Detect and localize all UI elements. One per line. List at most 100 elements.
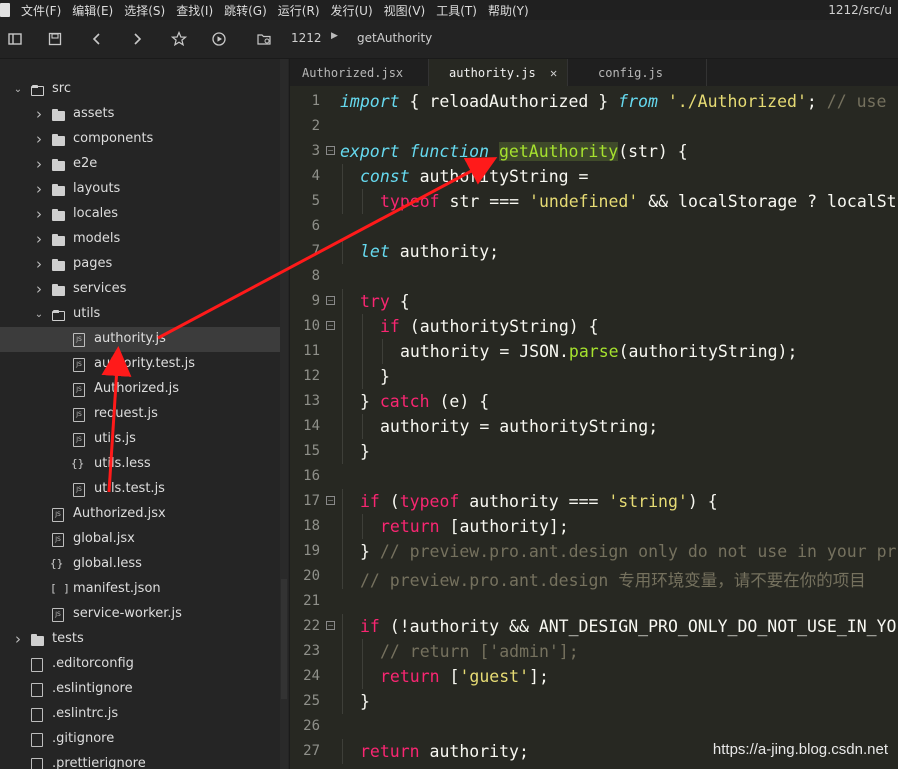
- menu-item[interactable]: 查找(I): [176, 2, 213, 19]
- tree-item-models[interactable]: › models: [0, 227, 289, 252]
- tree-item-e2e[interactable]: › e2e: [0, 152, 289, 177]
- tree-item-src[interactable]: ⌄ src: [0, 77, 289, 102]
- code-token: (: [379, 492, 400, 511]
- tab-authority-js[interactable]: authority.js ✕: [429, 59, 567, 86]
- tree-item-global-less[interactable]: {} global.less: [0, 552, 289, 577]
- breadcrumb-symbol[interactable]: getAuthority: [357, 31, 432, 45]
- menu-item[interactable]: 运行(R): [278, 2, 320, 19]
- menu-item[interactable]: 跳转(G): [224, 2, 267, 19]
- chevron-right-icon[interactable]: ›: [34, 255, 44, 273]
- tree-item-locales[interactable]: › locales: [0, 202, 289, 227]
- project-name[interactable]: 1212: [291, 31, 322, 45]
- code-line: 6: [290, 214, 898, 239]
- chevron-right-icon[interactable]: ›: [34, 155, 44, 173]
- indent-guide: [342, 414, 343, 439]
- tree-item-pages[interactable]: › pages: [0, 252, 289, 277]
- tree-item-eslintignore[interactable]: .eslintignore: [0, 677, 289, 702]
- tree-item-eslintrc-js[interactable]: .eslintrc.js: [0, 702, 289, 727]
- line-number: 1: [311, 93, 320, 109]
- menu-item[interactable]: 发行(U): [331, 2, 373, 19]
- chevron-right-icon[interactable]: ›: [34, 130, 44, 148]
- menu-item[interactable]: 选择(S): [124, 2, 165, 19]
- tree-item-authorized-js[interactable]: JS Authorized.js: [0, 377, 289, 402]
- tree-item-authority-test-js[interactable]: JS authority.test.js: [0, 352, 289, 377]
- fold-toggle-icon[interactable]: −: [326, 496, 335, 505]
- menu-item[interactable]: 文件(F): [21, 2, 61, 19]
- tree-item-prettierignore[interactable]: .prettierignore: [0, 752, 289, 769]
- sidebar-scroll-thumb[interactable]: [281, 579, 287, 699]
- code-token: if: [380, 317, 400, 336]
- code-editor[interactable]: 1 import { reloadAuthorized } from './Aut…: [290, 86, 898, 769]
- tree-item-service-worker-js[interactable]: JS service-worker.js: [0, 602, 289, 627]
- code-token: // return ['admin'];: [380, 642, 579, 661]
- code-line: 16: [290, 464, 898, 489]
- code-line: 22− if (!authority && ANT_DESIGN_PRO_ONLY…: [290, 614, 898, 639]
- chevron-right-icon[interactable]: ›: [34, 205, 44, 223]
- code-token: authority;: [419, 742, 529, 761]
- app-logo-icon: [0, 3, 10, 17]
- fold-toggle-icon[interactable]: −: [326, 146, 335, 155]
- save-icon[interactable]: [46, 30, 64, 48]
- code-line: 4 const authorityString =: [290, 164, 898, 189]
- line-number: 10: [303, 318, 320, 334]
- fold-toggle-icon[interactable]: −: [326, 621, 335, 630]
- tree-item-services[interactable]: › services: [0, 277, 289, 302]
- code-token: // preview.pro.ant.design 专用环境变量，请不要在你的项…: [360, 571, 866, 590]
- code-token: authority = JSON.: [400, 342, 569, 361]
- chevron-right-icon[interactable]: ›: [34, 105, 44, 123]
- tree-item-tests[interactable]: › tests: [0, 627, 289, 652]
- line-number: 13: [303, 393, 320, 409]
- tree-item-manifest-json[interactable]: [ ] manifest.json: [0, 577, 289, 602]
- tree-item-utils[interactable]: ⌄ utils: [0, 302, 289, 327]
- run-icon[interactable]: [210, 30, 228, 48]
- js-file-icon: JS: [73, 408, 85, 422]
- tree-item-layouts[interactable]: › layouts: [0, 177, 289, 202]
- code-line: 10− if (authorityString) {: [290, 314, 898, 339]
- code-text: // preview.pro.ant.design 专用环境变量，请不要在你的项…: [360, 567, 866, 591]
- tree-item-label: layouts: [73, 181, 121, 196]
- chevron-right-icon[interactable]: ›: [34, 280, 44, 298]
- chevron-right-icon[interactable]: ›: [34, 180, 44, 198]
- tree-item-authorized-jsx[interactable]: JS Authorized.jsx: [0, 502, 289, 527]
- chevron-down-icon[interactable]: ⌄: [13, 84, 23, 95]
- tree-item-assets[interactable]: › assets: [0, 102, 289, 127]
- code-line: 18 return [authority];: [290, 514, 898, 539]
- code-token: authority = authorityString;: [380, 417, 659, 436]
- fold-toggle-icon[interactable]: −: [326, 321, 335, 330]
- sidebar-toggle-icon[interactable]: [6, 30, 24, 48]
- tree-item-global-jsx[interactable]: JS global.jsx: [0, 527, 289, 552]
- back-icon[interactable]: [88, 30, 106, 48]
- tree-item-label: utils.less: [94, 456, 151, 471]
- tab-config-js[interactable]: config.js: [568, 59, 706, 86]
- menu-item[interactable]: 工具(T): [436, 2, 477, 19]
- tab-authorized-jsx[interactable]: Authorized.jsx: [290, 59, 428, 86]
- tree-item-label: models: [73, 231, 121, 246]
- project-folder-icon[interactable]: [255, 30, 273, 48]
- tree-item-gitignore[interactable]: .gitignore: [0, 727, 289, 752]
- tree-item-request-js[interactable]: JS request.js: [0, 402, 289, 427]
- menu-item[interactable]: 视图(V): [384, 2, 426, 19]
- tree-item-utils-less[interactable]: {} utils.less: [0, 452, 289, 477]
- code-text: if (authorityString) {: [380, 317, 599, 336]
- tree-item-editorconfig[interactable]: .editorconfig: [0, 652, 289, 677]
- tree-item-components[interactable]: › components: [0, 127, 289, 152]
- indent-guide: [342, 614, 343, 639]
- tree-item-utils-js[interactable]: JS utils.js: [0, 427, 289, 452]
- fold-toggle-icon[interactable]: −: [326, 296, 335, 305]
- watermark-text: https://a-jing.blog.csdn.net: [712, 741, 888, 758]
- chevron-right-icon[interactable]: ›: [13, 630, 23, 648]
- js-file-icon: JS: [73, 383, 85, 397]
- tree-item-utils-test-js[interactable]: JS utils.test.js: [0, 477, 289, 502]
- forward-icon[interactable]: [128, 30, 146, 48]
- tree-item-label: authority.test.js: [94, 356, 196, 371]
- menu-item[interactable]: 帮助(Y): [488, 2, 529, 19]
- star-icon[interactable]: [170, 30, 188, 48]
- menu-item[interactable]: 编辑(E): [72, 2, 113, 19]
- code-token: if: [360, 492, 380, 511]
- tree-item-authority-js[interactable]: JS authority.js: [0, 327, 280, 352]
- close-tab-icon[interactable]: ✕: [550, 66, 557, 80]
- line-number: 16: [303, 468, 320, 484]
- line-number: 12: [303, 368, 320, 384]
- chevron-down-icon[interactable]: ⌄: [34, 309, 44, 320]
- chevron-right-icon[interactable]: ›: [34, 230, 44, 248]
